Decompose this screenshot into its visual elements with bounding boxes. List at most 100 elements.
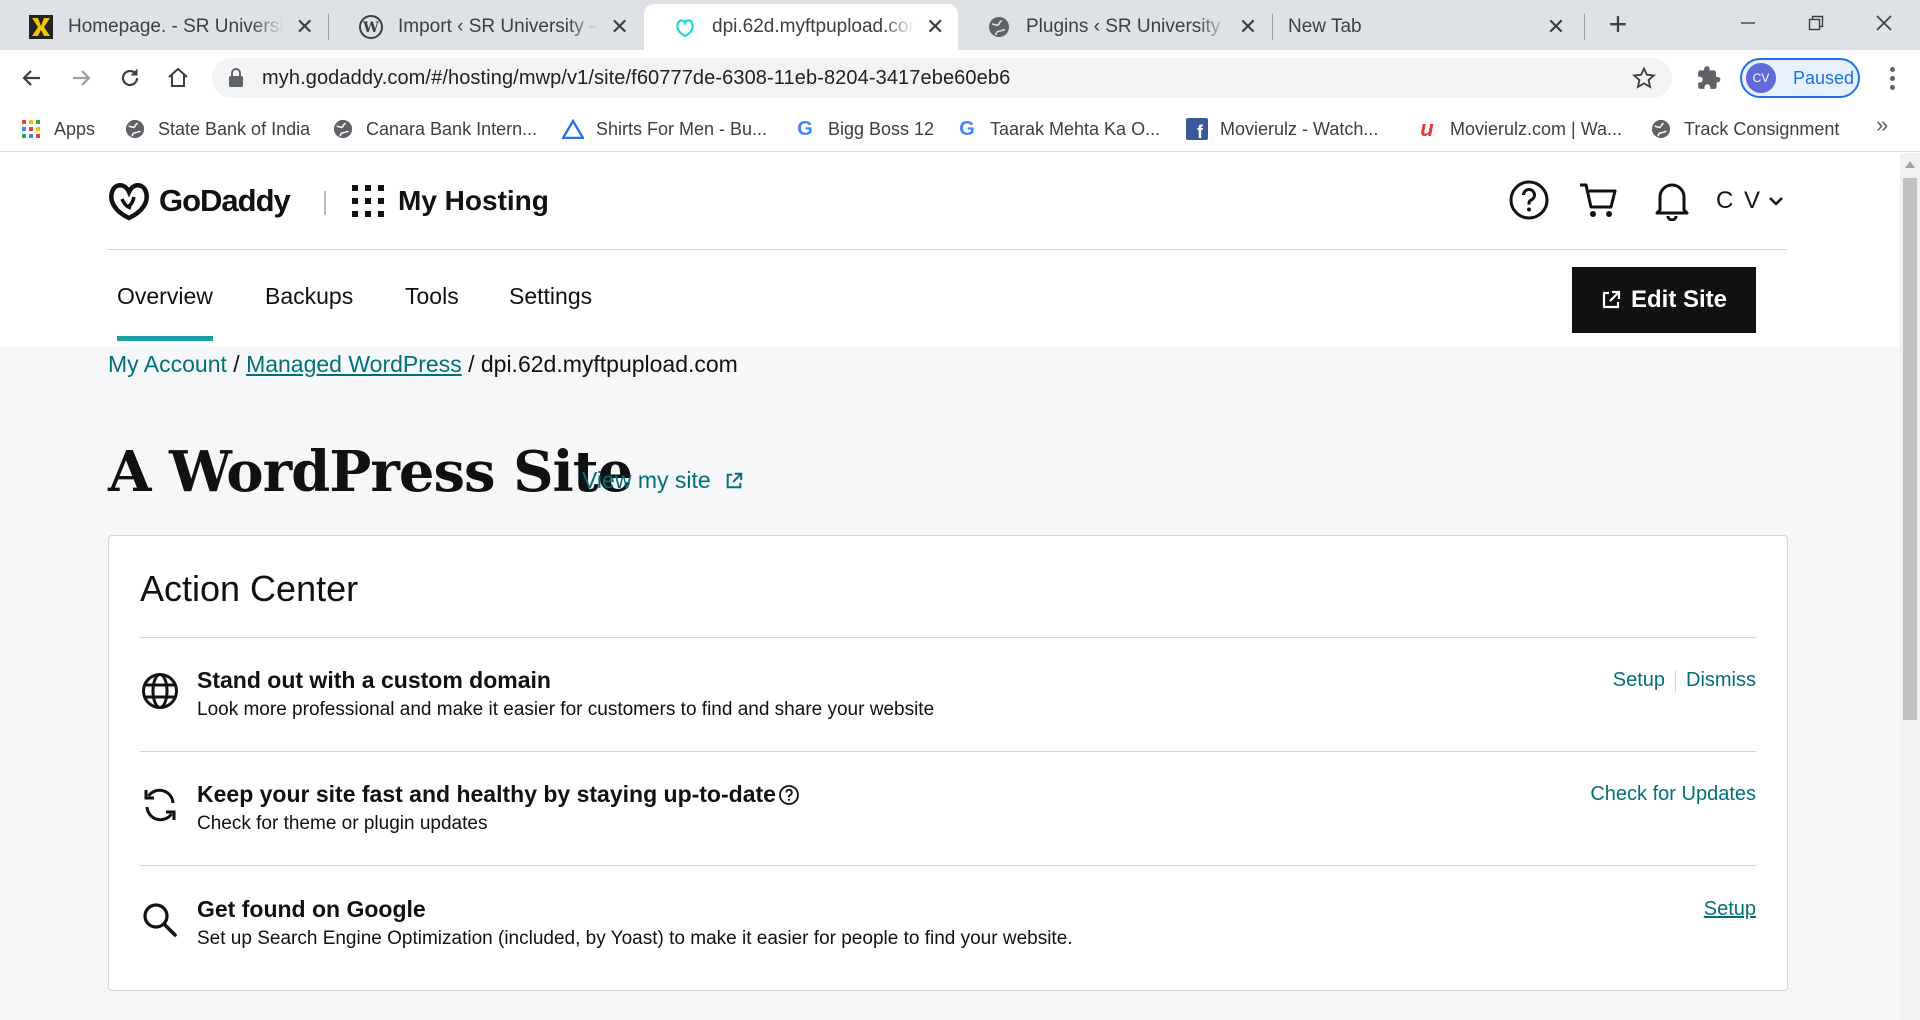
- browser-tab-plugins[interactable]: Plugins ‹ SR University — W ✕: [958, 4, 1270, 50]
- close-tab-icon[interactable]: ✕: [609, 14, 630, 39]
- browser-tab-homepage[interactable]: Homepage. - SR University ✕: [0, 4, 328, 50]
- breadcrumb-managed-wordpress[interactable]: Managed WordPress: [246, 351, 462, 377]
- action-links: Setup: [1704, 898, 1756, 921]
- profile-status: Paused: [1793, 67, 1855, 88]
- external-link-icon: [726, 472, 742, 488]
- check-for-updates-link[interactable]: Check for Updates: [1590, 783, 1756, 806]
- address-bar[interactable]: myh.godaddy.com/#/hosting/mwp/v1/site/f6…: [212, 58, 1672, 98]
- browser-toolbar: myh.godaddy.com/#/hosting/mwp/v1/site/f6…: [0, 50, 1920, 106]
- action-description: Check for theme or plugin updates: [197, 813, 488, 834]
- help-icon[interactable]: [1508, 179, 1550, 226]
- notifications-bell-icon[interactable]: [1652, 179, 1692, 226]
- help-circle-icon[interactable]: [778, 784, 800, 806]
- action-links: Setup Dismiss: [1613, 669, 1756, 692]
- globe-icon: [140, 671, 180, 711]
- scroll-up-arrow-icon[interactable]: [1905, 161, 1915, 168]
- edit-site-button[interactable]: Edit Site: [1572, 267, 1756, 333]
- tab-backups[interactable]: Backups: [265, 283, 353, 310]
- close-window-icon[interactable]: [1854, 6, 1914, 40]
- bookmark-canara-bank[interactable]: Canara Bank Intern...: [332, 116, 537, 142]
- link-separator: [1675, 669, 1676, 692]
- sr-university-logo-icon: [28, 14, 54, 40]
- back-arrow-icon[interactable]: [16, 62, 48, 94]
- apps-grid-icon[interactable]: [352, 185, 384, 217]
- apps-grid-icon: [20, 118, 42, 140]
- cart-icon[interactable]: [1578, 179, 1620, 226]
- bookmark-movierulz-com[interactable]: u Movierulz.com | Wa...: [1416, 116, 1622, 142]
- bookmark-apps[interactable]: Apps: [20, 116, 95, 142]
- tab-overview[interactable]: Overview: [117, 283, 213, 341]
- header-divider: [324, 191, 326, 215]
- bookmark-bigg-boss[interactable]: G Bigg Boss 12: [794, 116, 934, 142]
- page-title: A WordPress Site: [108, 439, 633, 505]
- godaddy-icon: [109, 183, 149, 221]
- tab-divider: [1584, 14, 1585, 40]
- url-text[interactable]: myh.godaddy.com/#/hosting/mwp/v1/site/f6…: [262, 67, 1010, 90]
- setup-seo-link[interactable]: Setup: [1704, 898, 1756, 921]
- bookmark-taarak-mehta[interactable]: G Taarak Mehta Ka O...: [956, 116, 1160, 142]
- scrollbar-thumb[interactable]: [1903, 178, 1917, 720]
- godaddy-icon: [672, 14, 698, 40]
- minimize-icon[interactable]: [1718, 6, 1778, 40]
- action-description: Set up Search Engine Optimization (inclu…: [197, 928, 1073, 949]
- bookmarks-bar: Apps State Bank of India Canara Bank Int…: [0, 106, 1920, 152]
- dismiss-link[interactable]: Dismiss: [1686, 669, 1756, 692]
- lock-icon[interactable]: [228, 68, 244, 93]
- divider: [140, 751, 1756, 752]
- bookmark-shirts[interactable]: Shirts For Men - Bu...: [562, 116, 767, 142]
- browser-tab-godaddy-active[interactable]: dpi.62d.myftpupload.com - ✕: [644, 4, 958, 50]
- action-center-heading: Action Center: [140, 568, 359, 609]
- chevron-down-icon: [1769, 197, 1783, 206]
- refresh-icon: [140, 785, 180, 825]
- facebook-icon: f: [1186, 118, 1208, 140]
- action-title: Get found on Google: [197, 896, 426, 922]
- restore-icon[interactable]: [1786, 6, 1846, 40]
- divider: [140, 637, 1756, 638]
- forward-arrow-icon[interactable]: [65, 62, 97, 94]
- reload-icon[interactable]: [114, 62, 146, 94]
- browser-tab-new-tab[interactable]: New Tab ✕: [1274, 4, 1580, 50]
- godaddy-logo[interactable]: GoDaddy: [107, 181, 291, 221]
- breadcrumb-current-site: dpi.62d.myftpupload.com: [480, 351, 738, 377]
- avatar: CV: [1746, 63, 1776, 93]
- page-content: GoDaddy My Hosting C V Overview Backups …: [0, 153, 1900, 1020]
- browser-tab-import[interactable]: W Import ‹ SR University — W ✕: [330, 4, 642, 50]
- browser-tab-strip: Homepage. - SR University ✕ W Import ‹ S…: [0, 0, 1920, 50]
- breadcrumb-my-account[interactable]: My Account: [108, 351, 227, 377]
- setup-domain-link[interactable]: Setup: [1613, 669, 1665, 692]
- extensions-puzzle-icon[interactable]: [1696, 65, 1722, 96]
- close-tab-icon[interactable]: ✕: [294, 14, 316, 39]
- tab-divider: [1272, 14, 1273, 40]
- external-link-icon: [1602, 290, 1621, 309]
- new-tab-button[interactable]: +: [1600, 8, 1636, 42]
- page-scrollbar[interactable]: [1900, 153, 1920, 1020]
- close-tab-icon[interactable]: ✕: [924, 14, 946, 39]
- home-icon[interactable]: [162, 62, 194, 94]
- triangle-logo-icon: [562, 118, 584, 140]
- bookmark-movierulz-watch[interactable]: f Movierulz - Watch...: [1186, 116, 1378, 142]
- browser-menu-icon[interactable]: [1880, 62, 1904, 94]
- movierulz-icon: u: [1420, 116, 1434, 141]
- svg-text:W: W: [362, 20, 379, 36]
- user-menu[interactable]: C V: [1716, 187, 1784, 215]
- breadcrumb: My Account / Managed WordPress / dpi.62d…: [108, 351, 738, 377]
- bookmark-track-consignment[interactable]: Track Consignment: [1650, 116, 1839, 142]
- tab-settings[interactable]: Settings: [509, 283, 592, 310]
- header-divider-line: [107, 249, 1787, 250]
- view-my-site-link[interactable]: View my site: [582, 467, 743, 494]
- action-center-card: Action Center Stand out with a custom do…: [108, 535, 1788, 991]
- close-tab-icon[interactable]: ✕: [1238, 14, 1258, 39]
- action-title: Keep your site fast and healthy by stayi…: [197, 781, 800, 808]
- bookmark-state-bank[interactable]: State Bank of India: [124, 116, 310, 142]
- globe-icon: [332, 118, 354, 140]
- profile-button[interactable]: CV Paused: [1740, 58, 1860, 98]
- globe-icon: [986, 14, 1012, 40]
- tab-divider: [328, 14, 329, 40]
- action-title: Stand out with a custom domain: [197, 667, 551, 693]
- bookmark-star-icon[interactable]: [1632, 66, 1656, 95]
- product-title[interactable]: My Hosting: [398, 185, 549, 217]
- close-tab-icon[interactable]: ✕: [1544, 14, 1568, 39]
- tab-tools[interactable]: Tools: [405, 283, 459, 310]
- bookmarks-overflow-button[interactable]: »: [1876, 112, 1888, 138]
- globe-icon: [1650, 118, 1672, 140]
